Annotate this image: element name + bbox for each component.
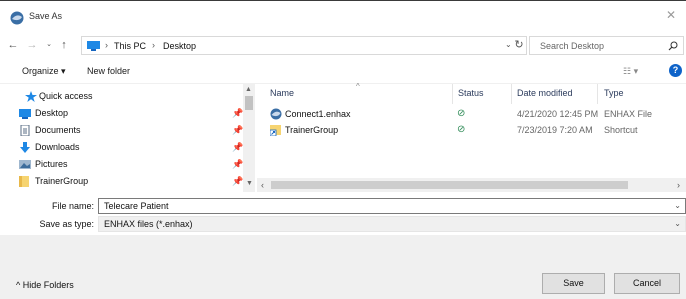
breadcrumb-desktop[interactable]: Desktop <box>163 41 196 51</box>
file-name-label: File name: <box>51 201 94 211</box>
sort-ascending-icon: ^ <box>356 82 360 91</box>
sidebar-item-pictures[interactable]: Pictures 📌 <box>6 156 246 172</box>
search-input[interactable]: Search Desktop <box>529 36 684 55</box>
column-header-name[interactable]: Name <box>270 88 294 98</box>
file-list-horizontal-scrollbar[interactable]: ‹ › <box>257 178 686 192</box>
up-arrow-icon[interactable]: ↑ <box>58 39 70 51</box>
scrollbar-thumb[interactable] <box>271 181 628 189</box>
file-row[interactable]: TrainerGroup ⊘ 7/23/2019 7:20 AM Shortcu… <box>259 122 686 138</box>
refresh-icon[interactable]: ↻ <box>513 39 525 51</box>
sidebar-item-label: Documents <box>35 125 81 135</box>
scroll-left-icon[interactable]: ‹ <box>261 180 264 190</box>
breadcrumb-separator-icon: › <box>105 40 108 50</box>
chevron-down-icon[interactable]: ⌄ <box>505 40 512 49</box>
column-header-status[interactable]: Status <box>458 88 484 98</box>
sidebar-item-trainergroup[interactable]: TrainerGroup 📌 <box>6 173 246 189</box>
search-placeholder: Search Desktop <box>540 41 605 51</box>
title-bar: Save As ✕ <box>0 0 686 32</box>
star-icon <box>25 91 37 102</box>
file-row[interactable]: Connect1.enhax ⊘ 4/21/2020 12:45 PM ENHA… <box>259 106 686 122</box>
breadcrumb-this-pc[interactable]: This PC <box>114 41 146 51</box>
recent-locations-chevron-icon[interactable]: ⌄ <box>43 39 55 51</box>
address-bar[interactable]: › This PC › Desktop ⌄ <box>81 36 527 55</box>
file-name-input[interactable]: Telecare Patient ⌄ <box>98 198 686 214</box>
app-icon <box>10 11 24 25</box>
save-as-type-value: ENHAX files (*.enhax) <box>104 219 193 229</box>
sidebar-item-label: Quick access <box>39 91 93 101</box>
file-type: Shortcut <box>604 125 638 135</box>
sync-status-icon: ⊘ <box>457 108 466 119</box>
help-icon[interactable]: ? <box>669 64 682 77</box>
chevron-up-icon: ^ <box>16 280 21 290</box>
sidebar-item-quick-access[interactable]: Quick access <box>6 88 246 104</box>
navigation-pane-scrollbar[interactable]: ▲ ▼ <box>243 84 255 192</box>
save-as-type-select[interactable]: ENHAX files (*.enhax) ⌄ <box>98 216 686 232</box>
desktop-icon <box>19 109 31 119</box>
file-date-modified: 4/21/2020 12:45 PM <box>517 109 599 119</box>
search-icon[interactable] <box>668 41 678 51</box>
file-date-modified: 7/23/2019 7:20 AM <box>517 125 593 135</box>
sidebar-item-documents[interactable]: Documents 📌 <box>6 122 246 138</box>
hide-folders-label: Hide Folders <box>22 280 74 290</box>
column-divider[interactable] <box>597 84 598 104</box>
back-arrow-icon[interactable]: ← <box>7 39 19 51</box>
scrollbar-thumb[interactable] <box>245 96 253 110</box>
sidebar-item-label: Downloads <box>35 142 80 152</box>
column-header-type[interactable]: Type <box>604 88 624 98</box>
file-name-value: Telecare Patient <box>104 201 169 211</box>
pin-icon[interactable]: 📌 <box>232 125 243 136</box>
command-bar: Organize ▾ New folder ☷ ▾ ? <box>0 58 686 84</box>
column-divider[interactable] <box>511 84 512 104</box>
new-folder-button[interactable]: New folder <box>87 66 130 76</box>
file-name: TrainerGroup <box>285 125 339 135</box>
file-name: Connect1.enhax <box>285 109 351 119</box>
pin-icon[interactable]: 📌 <box>232 142 243 153</box>
hide-folders-button[interactable]: ^ Hide Folders <box>16 280 74 290</box>
sidebar-item-label: Pictures <box>35 159 68 169</box>
column-header-date-modified[interactable]: Date modified <box>517 88 573 98</box>
folder-icon <box>19 176 29 187</box>
shortcut-folder-icon <box>270 125 281 136</box>
column-divider[interactable] <box>452 84 453 104</box>
document-icon <box>20 125 30 136</box>
save-button[interactable]: Save <box>542 273 605 294</box>
pin-icon[interactable]: 📌 <box>232 159 243 170</box>
save-as-type-label: Save as type: <box>39 219 94 229</box>
chevron-down-icon[interactable]: ⌄ <box>674 201 681 210</box>
download-arrow-icon <box>20 142 30 153</box>
pin-icon[interactable]: 📌 <box>232 176 243 187</box>
sidebar-item-label: Desktop <box>35 108 69 118</box>
this-pc-icon <box>87 41 100 51</box>
sidebar-item-label: TrainerGroup <box>35 176 89 186</box>
window-title: Save As <box>29 11 63 21</box>
scroll-down-icon[interactable]: ▼ <box>246 180 253 187</box>
scroll-right-icon[interactable]: › <box>677 180 680 190</box>
forward-arrow-icon[interactable]: → <box>26 39 38 51</box>
scroll-up-icon[interactable]: ▲ <box>245 86 252 93</box>
footer-bar: ^ Hide Folders Save Cancel <box>0 235 686 299</box>
close-icon[interactable]: ✕ <box>666 9 678 21</box>
cancel-button[interactable]: Cancel <box>614 273 680 294</box>
file-type: ENHAX File <box>604 109 653 119</box>
pin-icon[interactable]: 📌 <box>232 108 243 119</box>
pictures-icon <box>19 160 31 169</box>
chevron-down-icon[interactable]: ⌄ <box>674 219 681 228</box>
sidebar-item-desktop[interactable]: Desktop 📌 <box>6 105 246 121</box>
enhax-file-icon <box>270 108 282 120</box>
sidebar-item-downloads[interactable]: Downloads 📌 <box>6 139 246 155</box>
organize-button[interactable]: Organize ▾ <box>22 66 66 77</box>
sync-status-icon: ⊘ <box>457 124 466 135</box>
breadcrumb-separator-icon: › <box>152 40 155 50</box>
navigation-pane: Quick access Desktop 📌 Documents 📌 Downl… <box>6 88 246 191</box>
view-options-icon[interactable]: ☷ ▾ <box>623 66 638 77</box>
